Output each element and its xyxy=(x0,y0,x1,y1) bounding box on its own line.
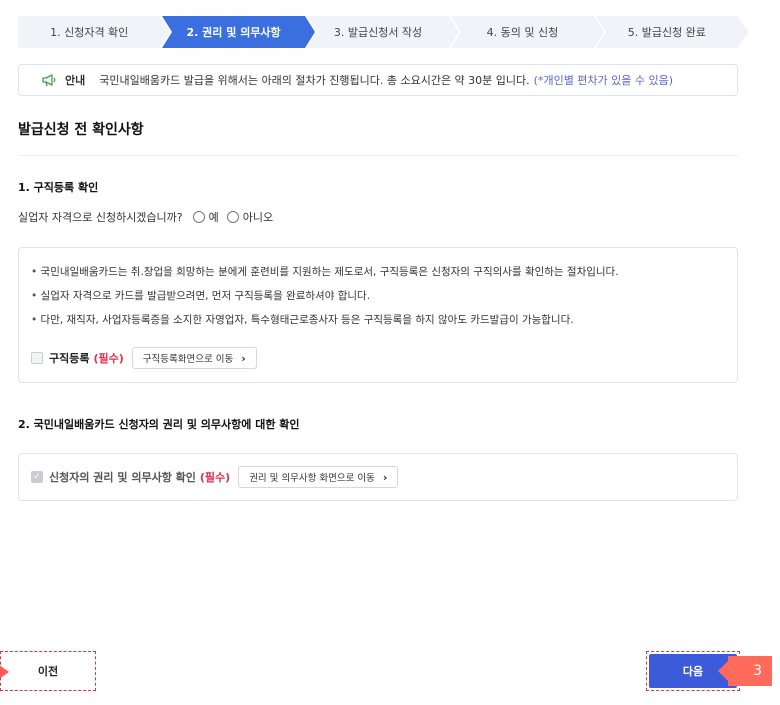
job-registration-info-box: 국민내일배움카드는 취.창업을 희망하는 분에게 훈련비를 지원하는 제도로서,… xyxy=(18,247,738,383)
job-registration-checkbox[interactable] xyxy=(31,352,43,364)
megaphone-icon xyxy=(42,74,56,87)
info-bullet: 다만, 재직자, 사업자등록증을 소지한 자영업자, 특수형태근로종사자 등은 … xyxy=(31,312,574,327)
info-bullet: 국민내일배움카드는 취.창업을 희망하는 분에게 훈련비를 지원하는 제도로서,… xyxy=(31,264,619,279)
section2-title: 2. 국민내일배움카드 신청자의 권리 및 의무사항에 대한 확인 xyxy=(18,418,300,431)
notice-text: 국민내일배움카드 발급을 위해서는 아래의 절차가 진행됩니다. 총 소요시간은… xyxy=(99,74,530,87)
section1-title: 1. 구직등록 확인 xyxy=(18,181,99,194)
notice-box: 안내 국민내일배움카드 발급을 위해서는 아래의 절차가 진행됩니다. 총 소요… xyxy=(18,64,738,96)
prev-button-highlight: 이전 xyxy=(0,651,96,691)
go-job-registration-label: 구직등록화면으로 이동 xyxy=(142,354,234,365)
rights-duties-box: ✓ 신청자의 권리 및 의무사항 확인 (필수) 권리 및 의무사항 화면으로 … xyxy=(18,453,738,501)
progress-stepper: 1. 신청자격 확인 2. 권리 및 의무사항 3. 발급신청서 작성 4. 동… xyxy=(18,16,749,48)
notice-label: 안내 xyxy=(65,74,86,87)
job-seeker-question: 실업자 자격으로 신청하시겠습니까? 예 아니오 xyxy=(18,209,273,225)
pointer-arrow-icon xyxy=(0,662,9,682)
info-bullet: 실업자 자격으로 카드를 발급받으려면, 먼저 구직등록을 완료하셔야 합니다. xyxy=(31,288,371,303)
step-3: 3. 발급신청서 작성 xyxy=(306,16,460,48)
step-5: 5. 발급신청 완료 xyxy=(595,16,749,48)
job-registration-check-row: 구직등록 (필수) 구직등록화면으로 이동 › xyxy=(31,347,257,369)
step-callout-badge: 3 xyxy=(718,656,772,686)
page-section-title: 발급신청 전 확인사항 xyxy=(18,122,144,138)
rights-duties-checkbox[interactable]: ✓ xyxy=(31,471,43,483)
job-registration-label: 구직등록 xyxy=(49,352,90,365)
radio-yes[interactable] xyxy=(192,211,205,223)
prev-button[interactable]: 이전 xyxy=(1,652,95,690)
notice-note: (*개인별 편차가 있을 수 있음) xyxy=(533,74,674,87)
go-job-registration-button[interactable]: 구직등록화면으로 이동 › xyxy=(131,347,257,369)
rights-duties-check-row: ✓ 신청자의 권리 및 의무사항 확인 (필수) 권리 및 의무사항 화면으로 … xyxy=(31,466,399,488)
divider xyxy=(18,155,738,156)
radio-no[interactable] xyxy=(226,211,239,223)
required-badge: (필수) xyxy=(93,352,124,365)
go-rights-duties-button[interactable]: 권리 및 의무사항 화면으로 이동 › xyxy=(238,466,399,488)
radio-no-label[interactable]: 아니오 xyxy=(243,209,273,225)
step-2-active: 2. 권리 및 의무사항 xyxy=(162,16,316,48)
step-1: 1. 신청자격 확인 xyxy=(18,16,171,48)
chevron-right-icon: › xyxy=(382,470,388,484)
step-4: 4. 동의 및 신청 xyxy=(451,16,605,48)
question-text: 실업자 자격으로 신청하시겠습니까? xyxy=(18,211,183,224)
rights-duties-label: 신청자의 권리 및 의무사항 확인 xyxy=(49,471,196,484)
go-rights-duties-label: 권리 및 의무사항 화면으로 이동 xyxy=(249,473,375,484)
radio-yes-label[interactable]: 예 xyxy=(209,209,219,225)
required-badge: (필수) xyxy=(199,471,231,484)
chevron-right-icon: › xyxy=(241,351,246,365)
